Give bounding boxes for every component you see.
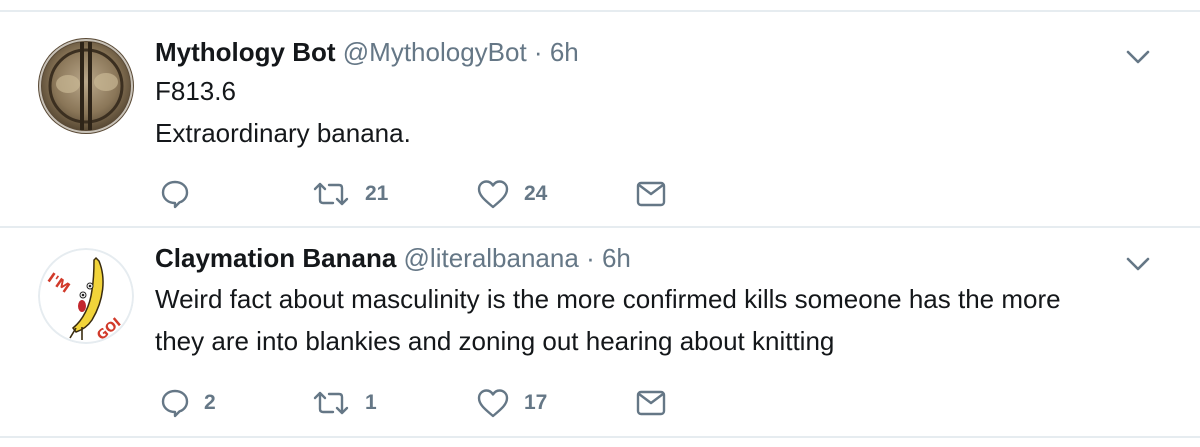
retweet-count: 1 xyxy=(365,391,377,414)
separator-dot: · xyxy=(586,243,595,273)
reply-icon xyxy=(160,179,190,209)
heart-icon xyxy=(476,388,510,418)
direct-message-button[interactable] xyxy=(636,385,666,421)
timestamp[interactable]: 6h xyxy=(550,37,579,67)
user-handle[interactable]: @literalbanana xyxy=(404,243,579,273)
avatar[interactable] xyxy=(38,38,134,134)
retweet-icon xyxy=(311,180,351,208)
reply-icon xyxy=(160,388,190,418)
retweet-count: 21 xyxy=(365,182,389,205)
reply-button[interactable]: 2 xyxy=(160,385,216,421)
like-button[interactable]: 17 xyxy=(476,385,547,421)
heart-icon xyxy=(476,179,510,209)
envelope-icon xyxy=(636,389,666,417)
like-count: 24 xyxy=(524,182,548,205)
tweet[interactable]: Mythology Bot @MythologyBot · 6h F813.6 … xyxy=(0,12,1200,226)
tweet-text-line: Weird fact about masculinity is the more… xyxy=(155,284,1061,314)
avatar[interactable]: I'M GOI xyxy=(38,248,134,344)
retweet-button[interactable]: 1 xyxy=(311,385,377,421)
reply-button[interactable] xyxy=(160,176,204,212)
like-button[interactable]: 24 xyxy=(476,176,547,212)
timestamp[interactable]: 6h xyxy=(602,243,631,273)
like-count: 17 xyxy=(524,391,548,414)
retweet-icon xyxy=(311,389,351,417)
tweet[interactable]: I'M GOI Claymation Banana @literalbanana… xyxy=(0,228,1200,434)
reply-count: 2 xyxy=(204,391,216,414)
retweet-button[interactable]: 21 xyxy=(311,176,388,212)
tweet-text-line: F813.6 xyxy=(155,76,236,106)
envelope-icon xyxy=(636,180,666,208)
chevron-down-icon[interactable] xyxy=(1125,255,1151,273)
tweet-header: Mythology Bot @MythologyBot · 6h xyxy=(155,36,579,68)
chevron-down-icon[interactable] xyxy=(1125,48,1151,66)
tweet-header: Claymation Banana @literalbanana · 6h xyxy=(155,242,631,274)
tweet-text-line: they are into blankies and zoning out he… xyxy=(155,326,835,356)
direct-message-button[interactable] xyxy=(636,176,666,212)
bottom-divider xyxy=(0,436,1200,438)
tweet-text-line: Extraordinary banana. xyxy=(155,118,411,148)
separator-dot: · xyxy=(533,37,543,67)
display-name[interactable]: Mythology Bot xyxy=(155,37,336,67)
user-handle[interactable]: @MythologyBot xyxy=(343,37,527,67)
timeline: Mythology Bot @MythologyBot · 6h F813.6 … xyxy=(0,0,1200,447)
display-name[interactable]: Claymation Banana xyxy=(155,243,396,273)
